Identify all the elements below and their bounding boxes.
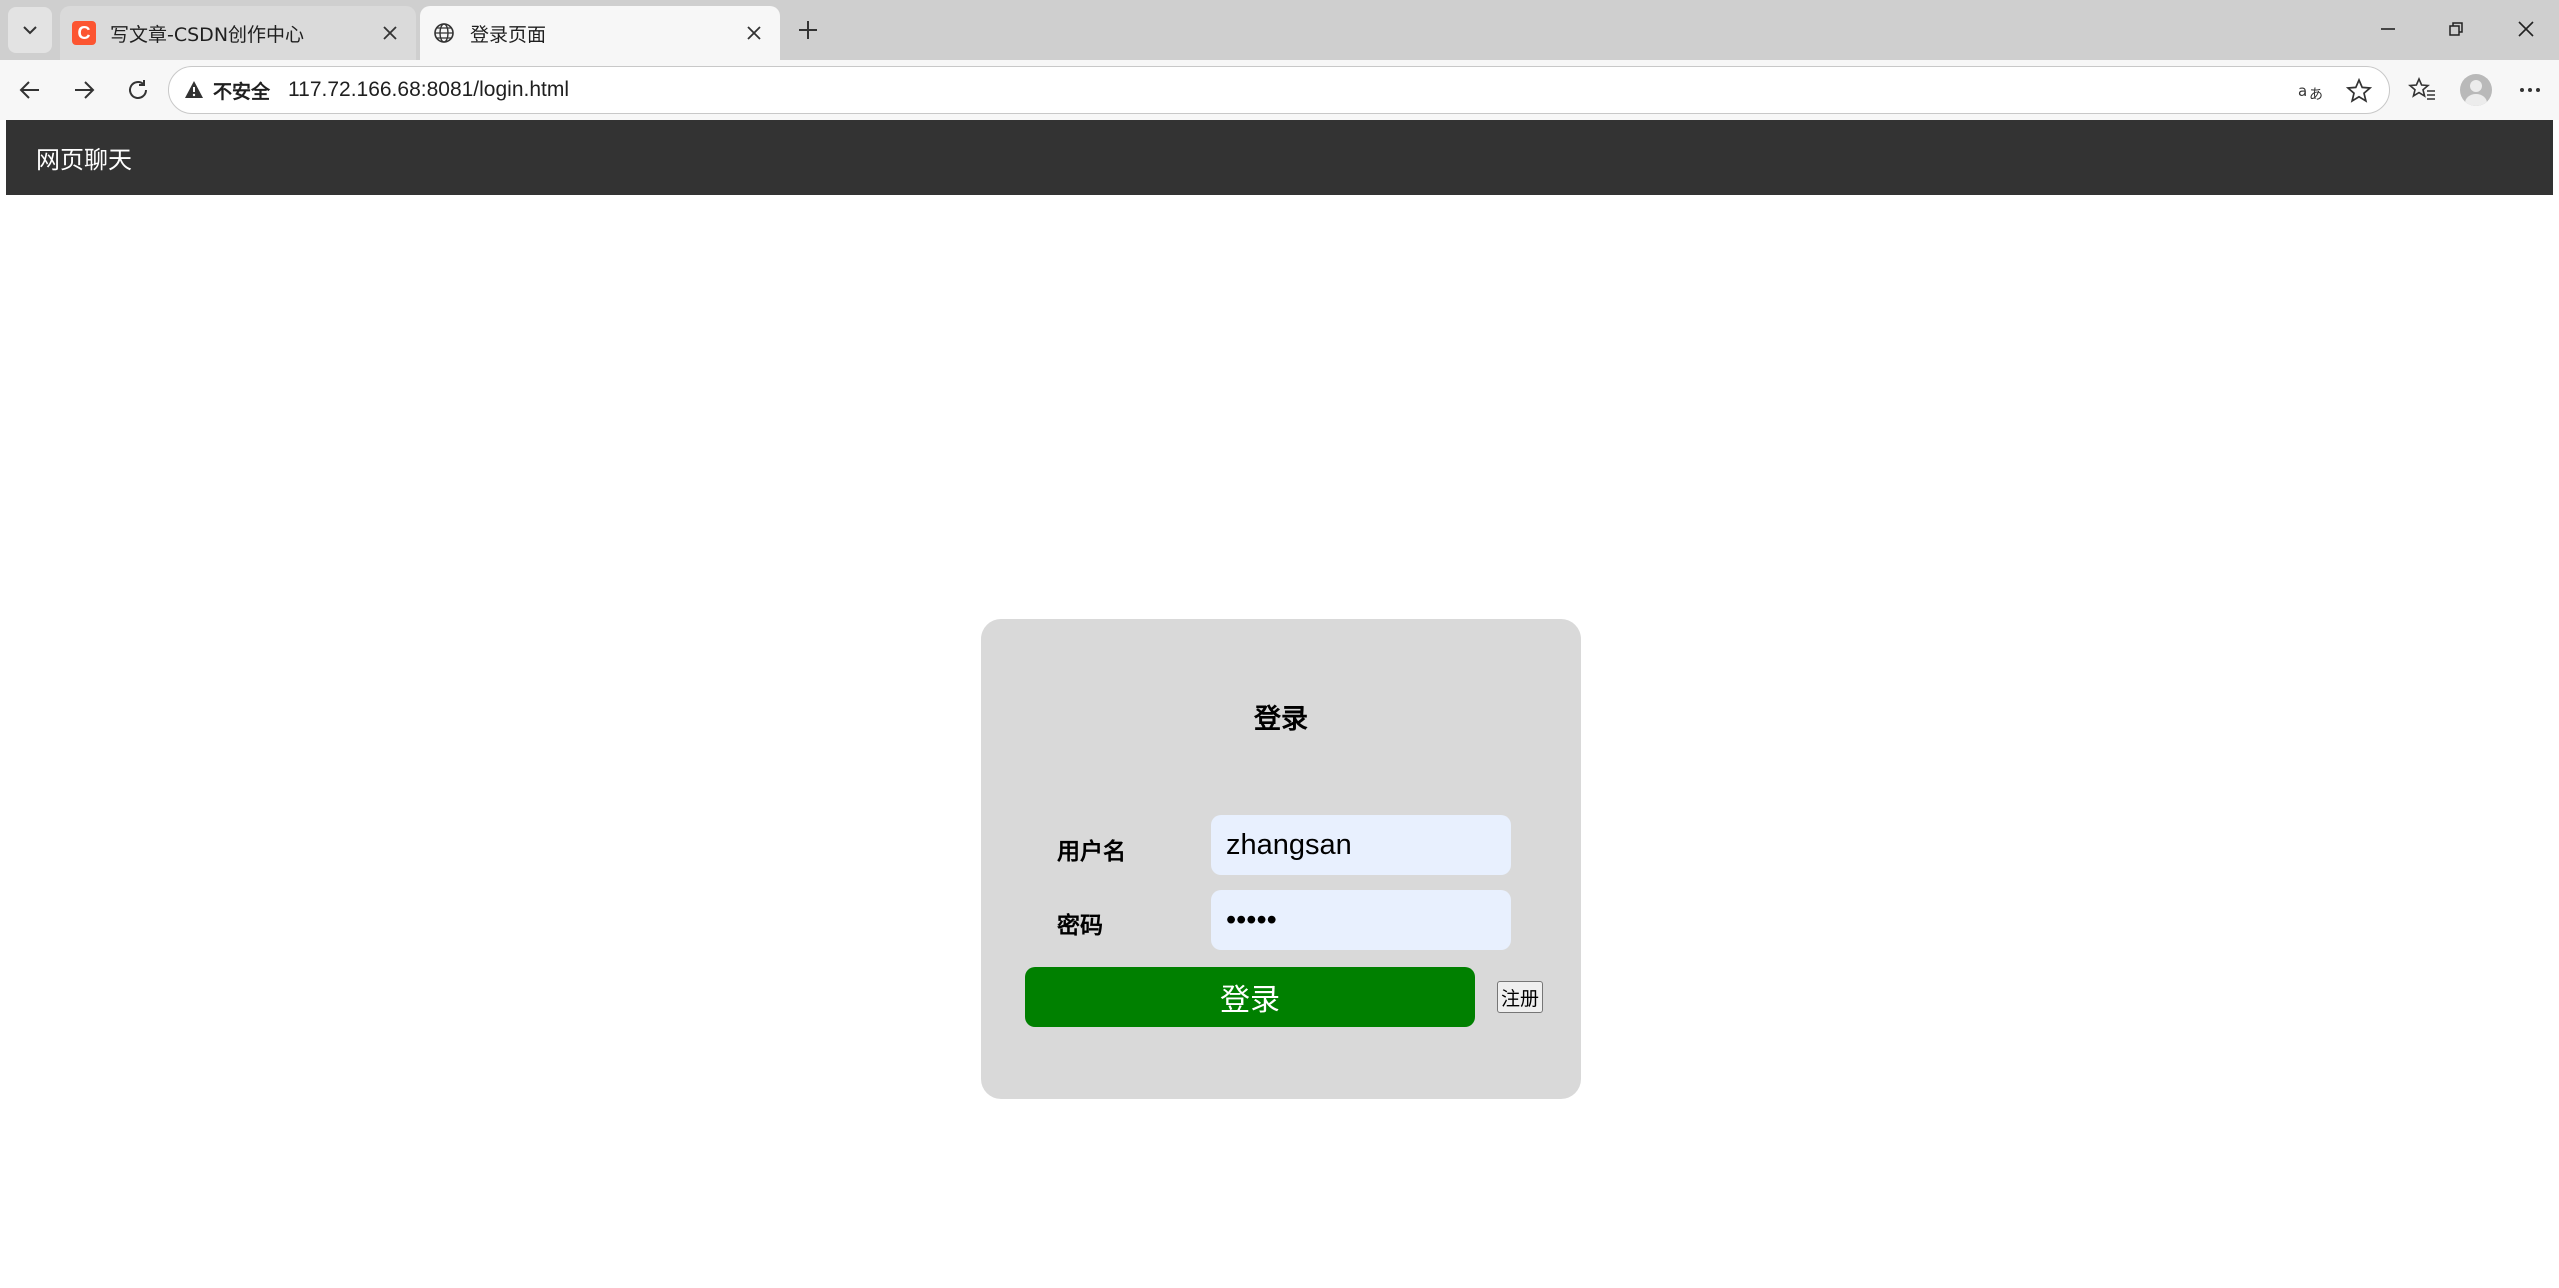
star-icon[interactable]	[2343, 75, 2375, 107]
warning-icon[interactable]	[183, 79, 205, 101]
csdn-favicon-icon: C	[72, 21, 96, 45]
tab-login-page[interactable]: 登录页面	[420, 6, 780, 60]
forward-button[interactable]	[64, 70, 104, 110]
minimize-icon	[2381, 28, 2395, 30]
back-button[interactable]	[10, 70, 50, 110]
arrow-right-icon	[75, 81, 95, 99]
login-title: 登录	[1254, 704, 1308, 735]
close-icon	[383, 26, 397, 40]
more-horizontal-icon	[2520, 88, 2540, 92]
restore-button[interactable]	[2428, 6, 2484, 52]
restore-icon	[2449, 22, 2463, 36]
tab-list-button[interactable]	[8, 7, 52, 53]
more-menu-button[interactable]	[2510, 70, 2550, 110]
favorites-button[interactable]	[2402, 70, 2442, 110]
minimize-button[interactable]	[2360, 6, 2416, 52]
register-button[interactable]: 注册	[1497, 981, 1543, 1013]
reload-button[interactable]	[118, 70, 158, 110]
tab-title: 写文章-CSDN创作中心	[110, 23, 305, 46]
tab-strip: C 写文章-CSDN创作中心 登录页面	[0, 0, 2559, 60]
plus-icon	[799, 21, 817, 39]
username-input[interactable]	[1211, 815, 1511, 875]
password-label: 密码	[1057, 913, 1103, 939]
navbar-brand: 网页聊天	[36, 146, 132, 174]
profile-button[interactable]	[2456, 70, 2496, 110]
close-icon	[2518, 21, 2534, 37]
tab-title: 登录页面	[470, 23, 547, 46]
new-tab-button[interactable]	[788, 10, 828, 50]
svg-text:あ: あ	[2309, 87, 2323, 103]
password-input[interactable]	[1211, 890, 1511, 950]
translate-icon[interactable]: aあ	[2295, 75, 2327, 107]
close-window-button[interactable]	[2498, 6, 2554, 52]
reload-icon	[129, 80, 147, 99]
close-tab-button[interactable]	[374, 17, 406, 49]
globe-icon	[432, 21, 456, 45]
svg-text:a: a	[2298, 82, 2307, 100]
login-button[interactable]: 登录	[1025, 967, 1475, 1027]
url-text[interactable]: 117.72.166.68:8081/login.html	[288, 78, 569, 102]
close-icon	[747, 26, 761, 40]
avatar	[2460, 74, 2492, 106]
close-tab-button[interactable]	[738, 17, 770, 49]
address-bar[interactable]: 不安全 117.72.166.68:8081/login.html aあ	[168, 66, 2390, 114]
username-label: 用户名	[1057, 839, 1126, 865]
tab-csdn[interactable]: C 写文章-CSDN创作中心	[60, 6, 416, 60]
arrow-left-icon	[19, 81, 39, 99]
favorites-icon	[2408, 77, 2435, 100]
chevron-down-icon	[23, 26, 37, 35]
browser-toolbar: 不安全 117.72.166.68:8081/login.html aあ	[0, 60, 2559, 120]
page-content: 网页聊天 登录 用户名 密码 登录 注册	[6, 120, 2553, 1288]
navbar: 网页聊天	[6, 120, 2553, 195]
login-card: 登录 用户名 密码 登录 注册	[981, 619, 1581, 1099]
security-label[interactable]: 不安全	[213, 77, 270, 104]
